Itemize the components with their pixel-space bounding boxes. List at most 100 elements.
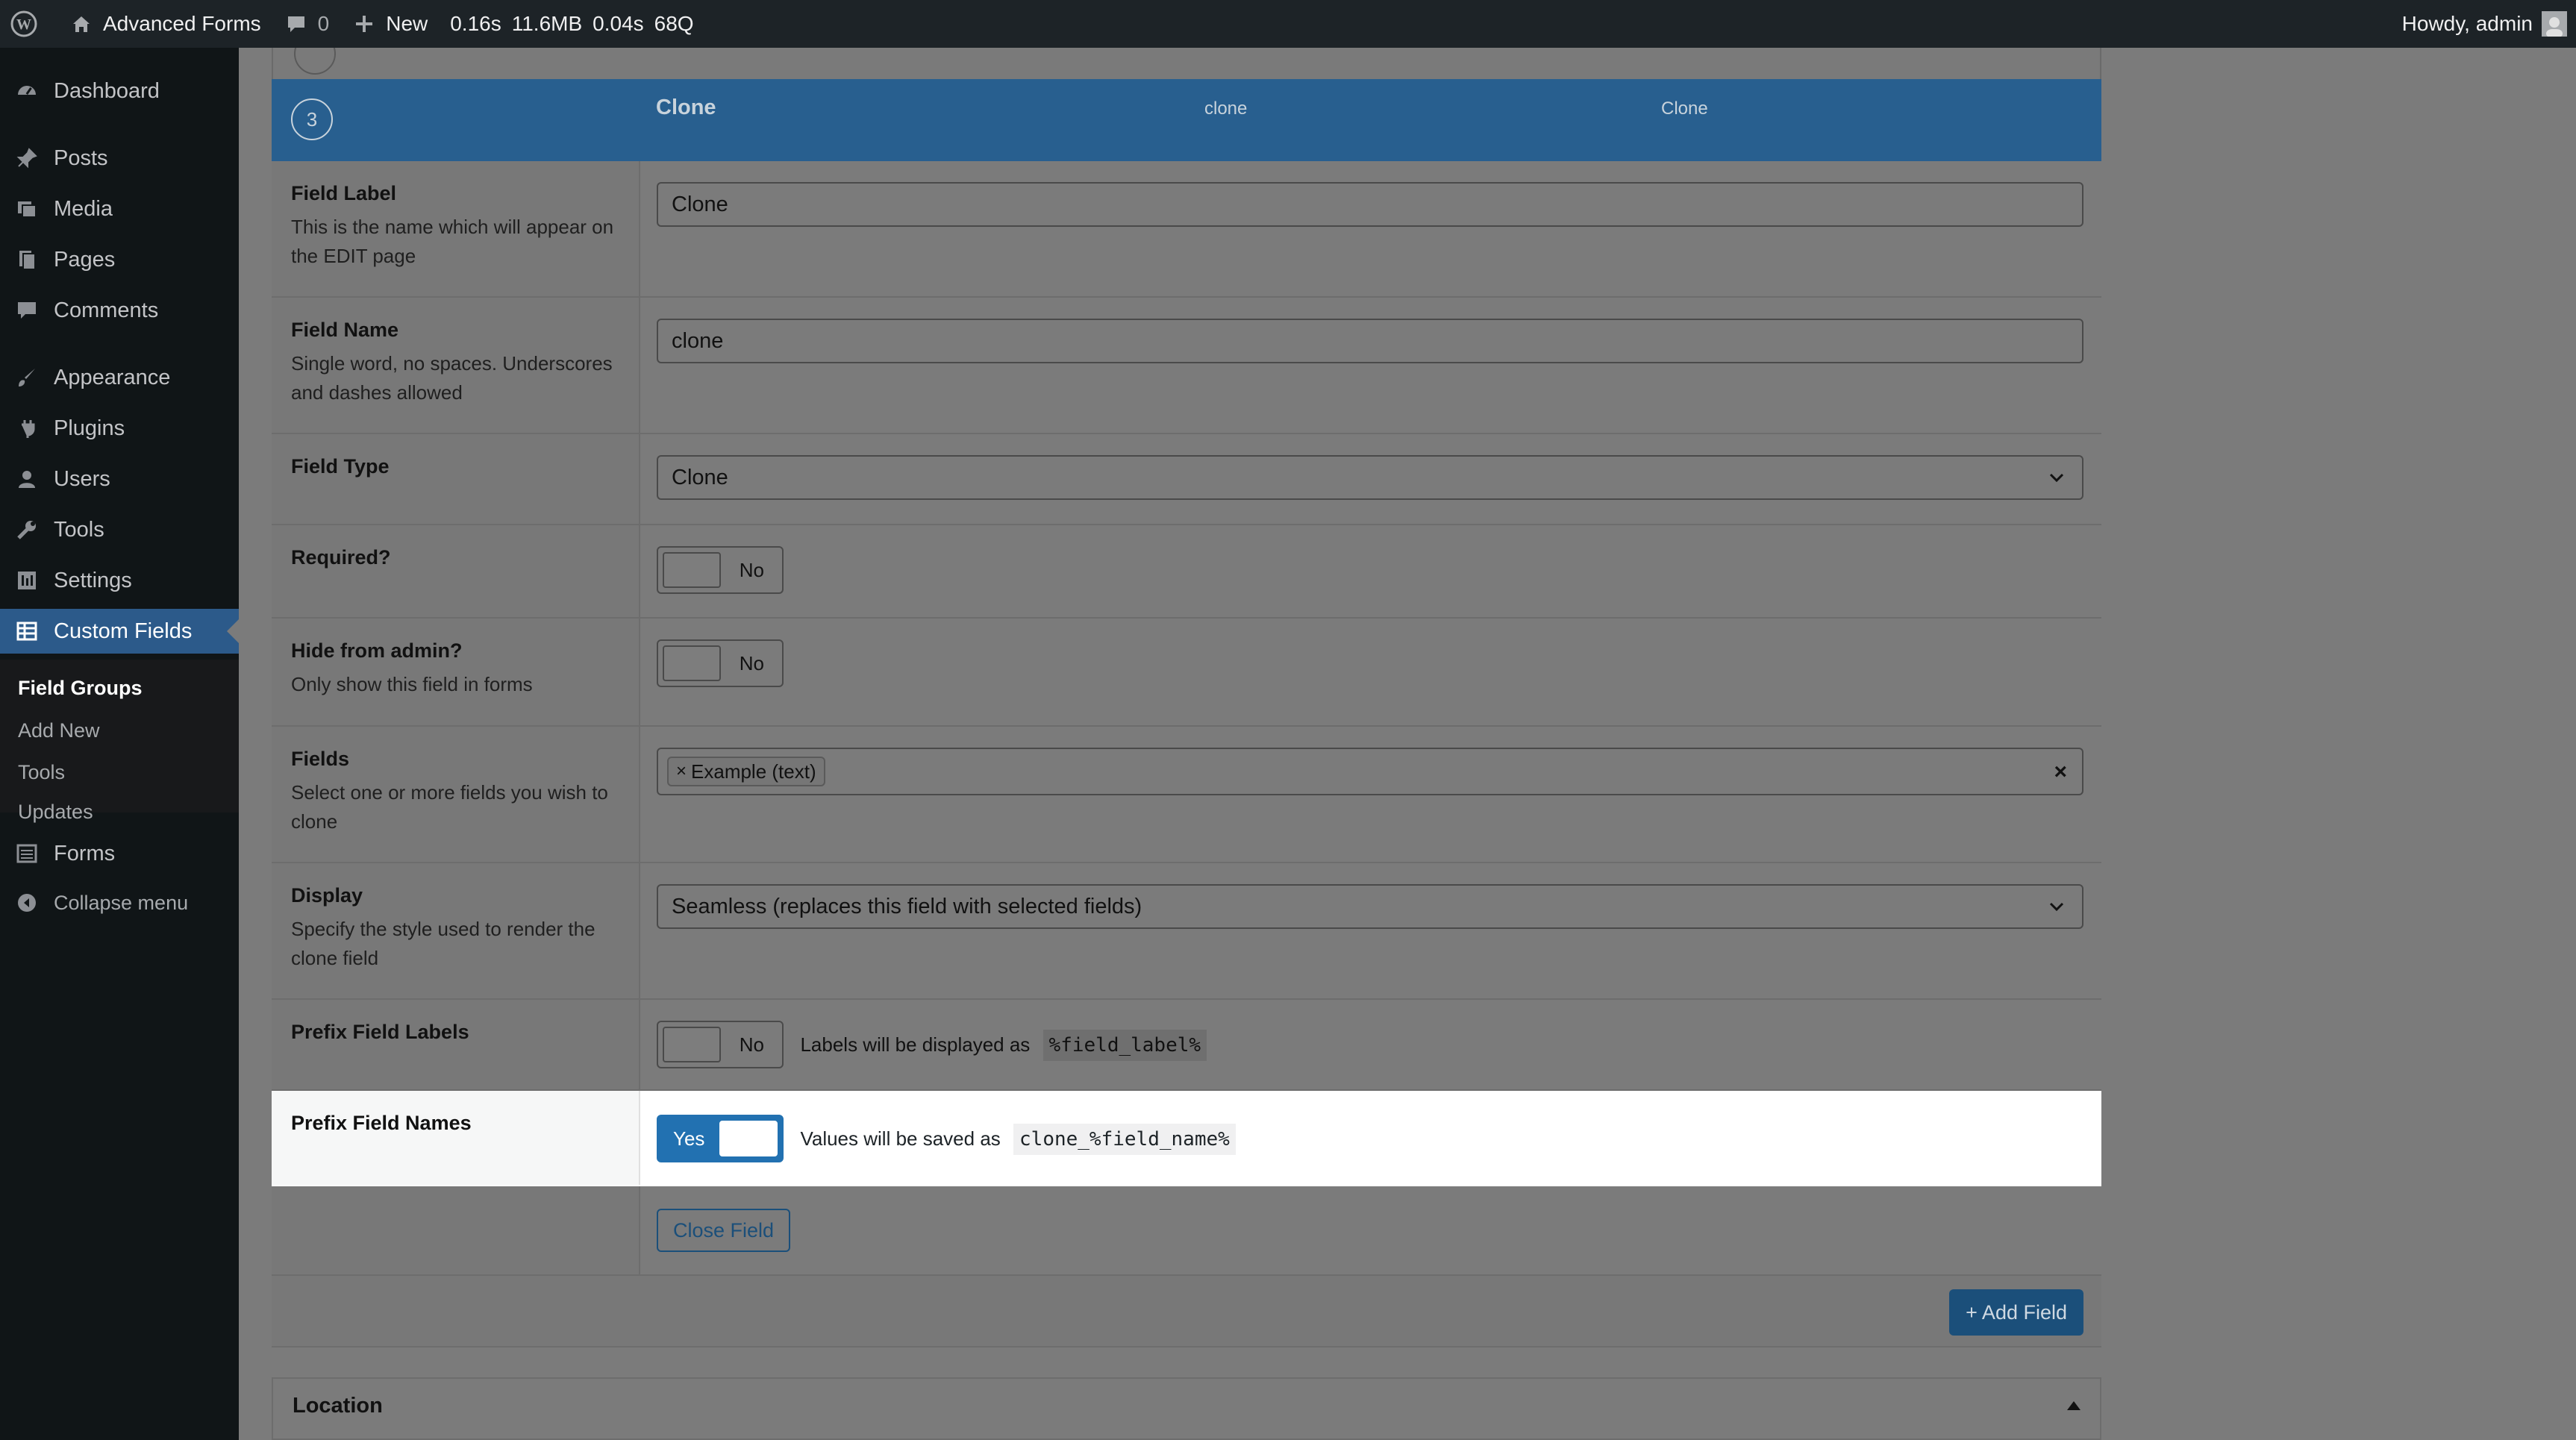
sidebar-item-label: Dashboard — [54, 78, 160, 103]
stat-time: 0.16s — [450, 12, 501, 35]
sidebar-item-pages[interactable]: Pages — [0, 237, 239, 282]
display-select[interactable]: Seamless (replaces this field with selec… — [657, 884, 2083, 929]
prefix-labels-toggle[interactable]: No — [657, 1021, 784, 1068]
clear-selection-icon[interactable]: × — [2054, 760, 2067, 785]
field-label-label: Field Label This is the name which will … — [272, 161, 640, 296]
svg-text:W: W — [16, 16, 31, 33]
close-field-label-cell — [272, 1186, 640, 1274]
submenu-field-groups[interactable]: Field Groups — [18, 677, 143, 700]
sidebar-item-settings[interactable]: Settings — [0, 558, 239, 603]
prefix-labels-title: Prefix Field Labels — [291, 1021, 469, 1043]
field-type-select-wrap: Clone — [657, 455, 2083, 500]
field-header-label[interactable]: Clone — [656, 96, 716, 120]
collapse-icon — [13, 889, 40, 916]
prefix-labels-message-text: Labels will be displayed as — [800, 1033, 1031, 1056]
sidebar-item-label: Custom Fields — [54, 619, 193, 643]
close-field-button[interactable]: Close Field — [657, 1209, 791, 1252]
sidebar-item-label: Settings — [54, 568, 132, 592]
dashboard-icon — [13, 78, 40, 104]
submenu-add-new[interactable]: Add New — [18, 719, 100, 742]
field-name-title: Field Name — [291, 319, 399, 341]
required-toggle-wrap: No — [657, 546, 2083, 594]
comment-bubble-icon — [284, 11, 309, 37]
toggle-label: No — [739, 1033, 764, 1056]
howdy-text: Howdy, admin — [2401, 12, 2533, 35]
prefix-names-message-text: Values will be saved as — [800, 1127, 1001, 1150]
prefix-labels-label: Prefix Field Labels — [272, 1000, 640, 1089]
clone-fields-description: Select one or more fields you wish to cl… — [291, 781, 608, 833]
new-content-link[interactable]: New — [351, 0, 428, 48]
field-header-type: Clone — [1661, 98, 1708, 119]
sidebar-item-users[interactable]: Users — [0, 457, 239, 501]
field-type-select[interactable]: Clone — [657, 455, 2083, 500]
sidebar-item-label: Users — [54, 466, 110, 491]
stat-db-time: 0.04s — [593, 12, 644, 35]
field-type-row: Field Type Clone — [272, 434, 2101, 525]
plug-icon — [13, 415, 40, 442]
sidebar-item-dashboard[interactable]: Dashboard — [0, 69, 239, 113]
comments-link[interactable]: 0 — [284, 0, 330, 48]
my-account[interactable]: Howdy, admin — [2402, 0, 2567, 48]
sidebar-item-appearance[interactable]: Appearance — [0, 355, 239, 400]
field-name-input[interactable]: clone — [657, 319, 2083, 363]
display-value: Seamless (replaces this field with selec… — [672, 894, 1142, 918]
sidebar-item-tools[interactable]: Tools — [0, 507, 239, 552]
sidebar-item-label: Appearance — [54, 365, 171, 389]
comment-icon — [13, 297, 40, 324]
toggle-knob — [663, 645, 721, 681]
wordpress-logo-icon[interactable]: W — [10, 0, 37, 48]
submenu-tools[interactable]: Tools — [18, 761, 65, 784]
field-name-description: Single word, no spaces. Underscores and … — [291, 352, 613, 404]
pages-icon — [13, 246, 40, 273]
display-label: Display Specify the style used to render… — [272, 863, 640, 998]
sidebar-collapse-menu[interactable]: Collapse menu — [0, 880, 239, 925]
remove-chip-icon[interactable]: × — [676, 761, 687, 782]
field-group-editor: 3 Clone clone Clone Field Label This is … — [272, 33, 2101, 1440]
submenu-updates[interactable]: Updates — [18, 801, 93, 824]
sidebar-item-label: Posts — [54, 145, 108, 170]
prefix-names-toggle[interactable]: Yes — [657, 1115, 784, 1162]
display-title: Display — [291, 884, 363, 907]
clone-fields-select[interactable]: × Example (text) × — [657, 748, 2083, 795]
add-field-button[interactable]: + Add Field — [1949, 1289, 2083, 1336]
sidebar-item-comments[interactable]: Comments — [0, 288, 239, 333]
field-label-title: Field Label — [291, 182, 397, 204]
plus-icon — [351, 11, 377, 37]
display-select-wrap: Seamless (replaces this field with selec… — [657, 884, 2083, 929]
comments-count: 0 — [317, 12, 330, 35]
field-label-row: Field Label This is the name which will … — [272, 161, 2101, 298]
sidebar-item-posts[interactable]: Posts — [0, 136, 239, 181]
avatar — [2542, 11, 2567, 37]
wrench-icon — [13, 516, 40, 543]
new-label: New — [386, 12, 428, 35]
location-metabox[interactable]: Location — [272, 1377, 2101, 1440]
admin-sidebar: Dashboard Posts Media Pages Comments App… — [0, 48, 239, 1440]
sidebar-item-label: Forms — [54, 841, 116, 865]
field-label-input[interactable]: Clone — [657, 182, 2083, 227]
toggle-knob — [719, 1121, 778, 1156]
query-monitor-stats[interactable]: 0.16s 11.6MB 0.04s 68Q — [450, 0, 704, 48]
sidebar-item-plugins[interactable]: Plugins — [0, 406, 239, 451]
sidebar-item-custom-fields[interactable]: Custom Fields — [0, 609, 239, 654]
field-list-footer: + Add Field — [272, 1276, 2101, 1347]
toggle-knob — [663, 552, 721, 588]
prefix-names-code: clone_%field_name% — [1013, 1123, 1236, 1155]
site-name-link[interactable]: Advanced Forms — [69, 0, 261, 48]
chevron-down-icon — [2049, 473, 2064, 483]
required-toggle[interactable]: No — [657, 546, 784, 594]
field-type-title: Field Type — [291, 455, 390, 478]
sidebar-item-label: Media — [54, 196, 113, 221]
sidebar-item-label: Collapse menu — [54, 891, 189, 914]
admin-bar: W Advanced Forms 0 New 0.16s 11.6MB 0.04… — [0, 0, 2576, 48]
toggle-panel-arrow-icon[interactable] — [2067, 1401, 2081, 1410]
clone-fields-row: Fields Select one or more fields you wis… — [272, 727, 2101, 863]
hide-from-admin-row: Hide from admin? Only show this field in… — [272, 619, 2101, 727]
sidebar-item-forms[interactable]: Forms — [0, 831, 239, 876]
field-header[interactable]: 3 Clone clone Clone — [272, 79, 2101, 161]
hide-from-admin-toggle[interactable]: No — [657, 639, 784, 687]
toggle-knob — [663, 1027, 721, 1062]
clone-fields-title: Fields — [291, 748, 350, 770]
field-name-row: Field Name Single word, no spaces. Under… — [272, 298, 2101, 434]
hide-from-admin-description: Only show this field in forms — [291, 673, 533, 695]
sidebar-item-media[interactable]: Media — [0, 187, 239, 231]
